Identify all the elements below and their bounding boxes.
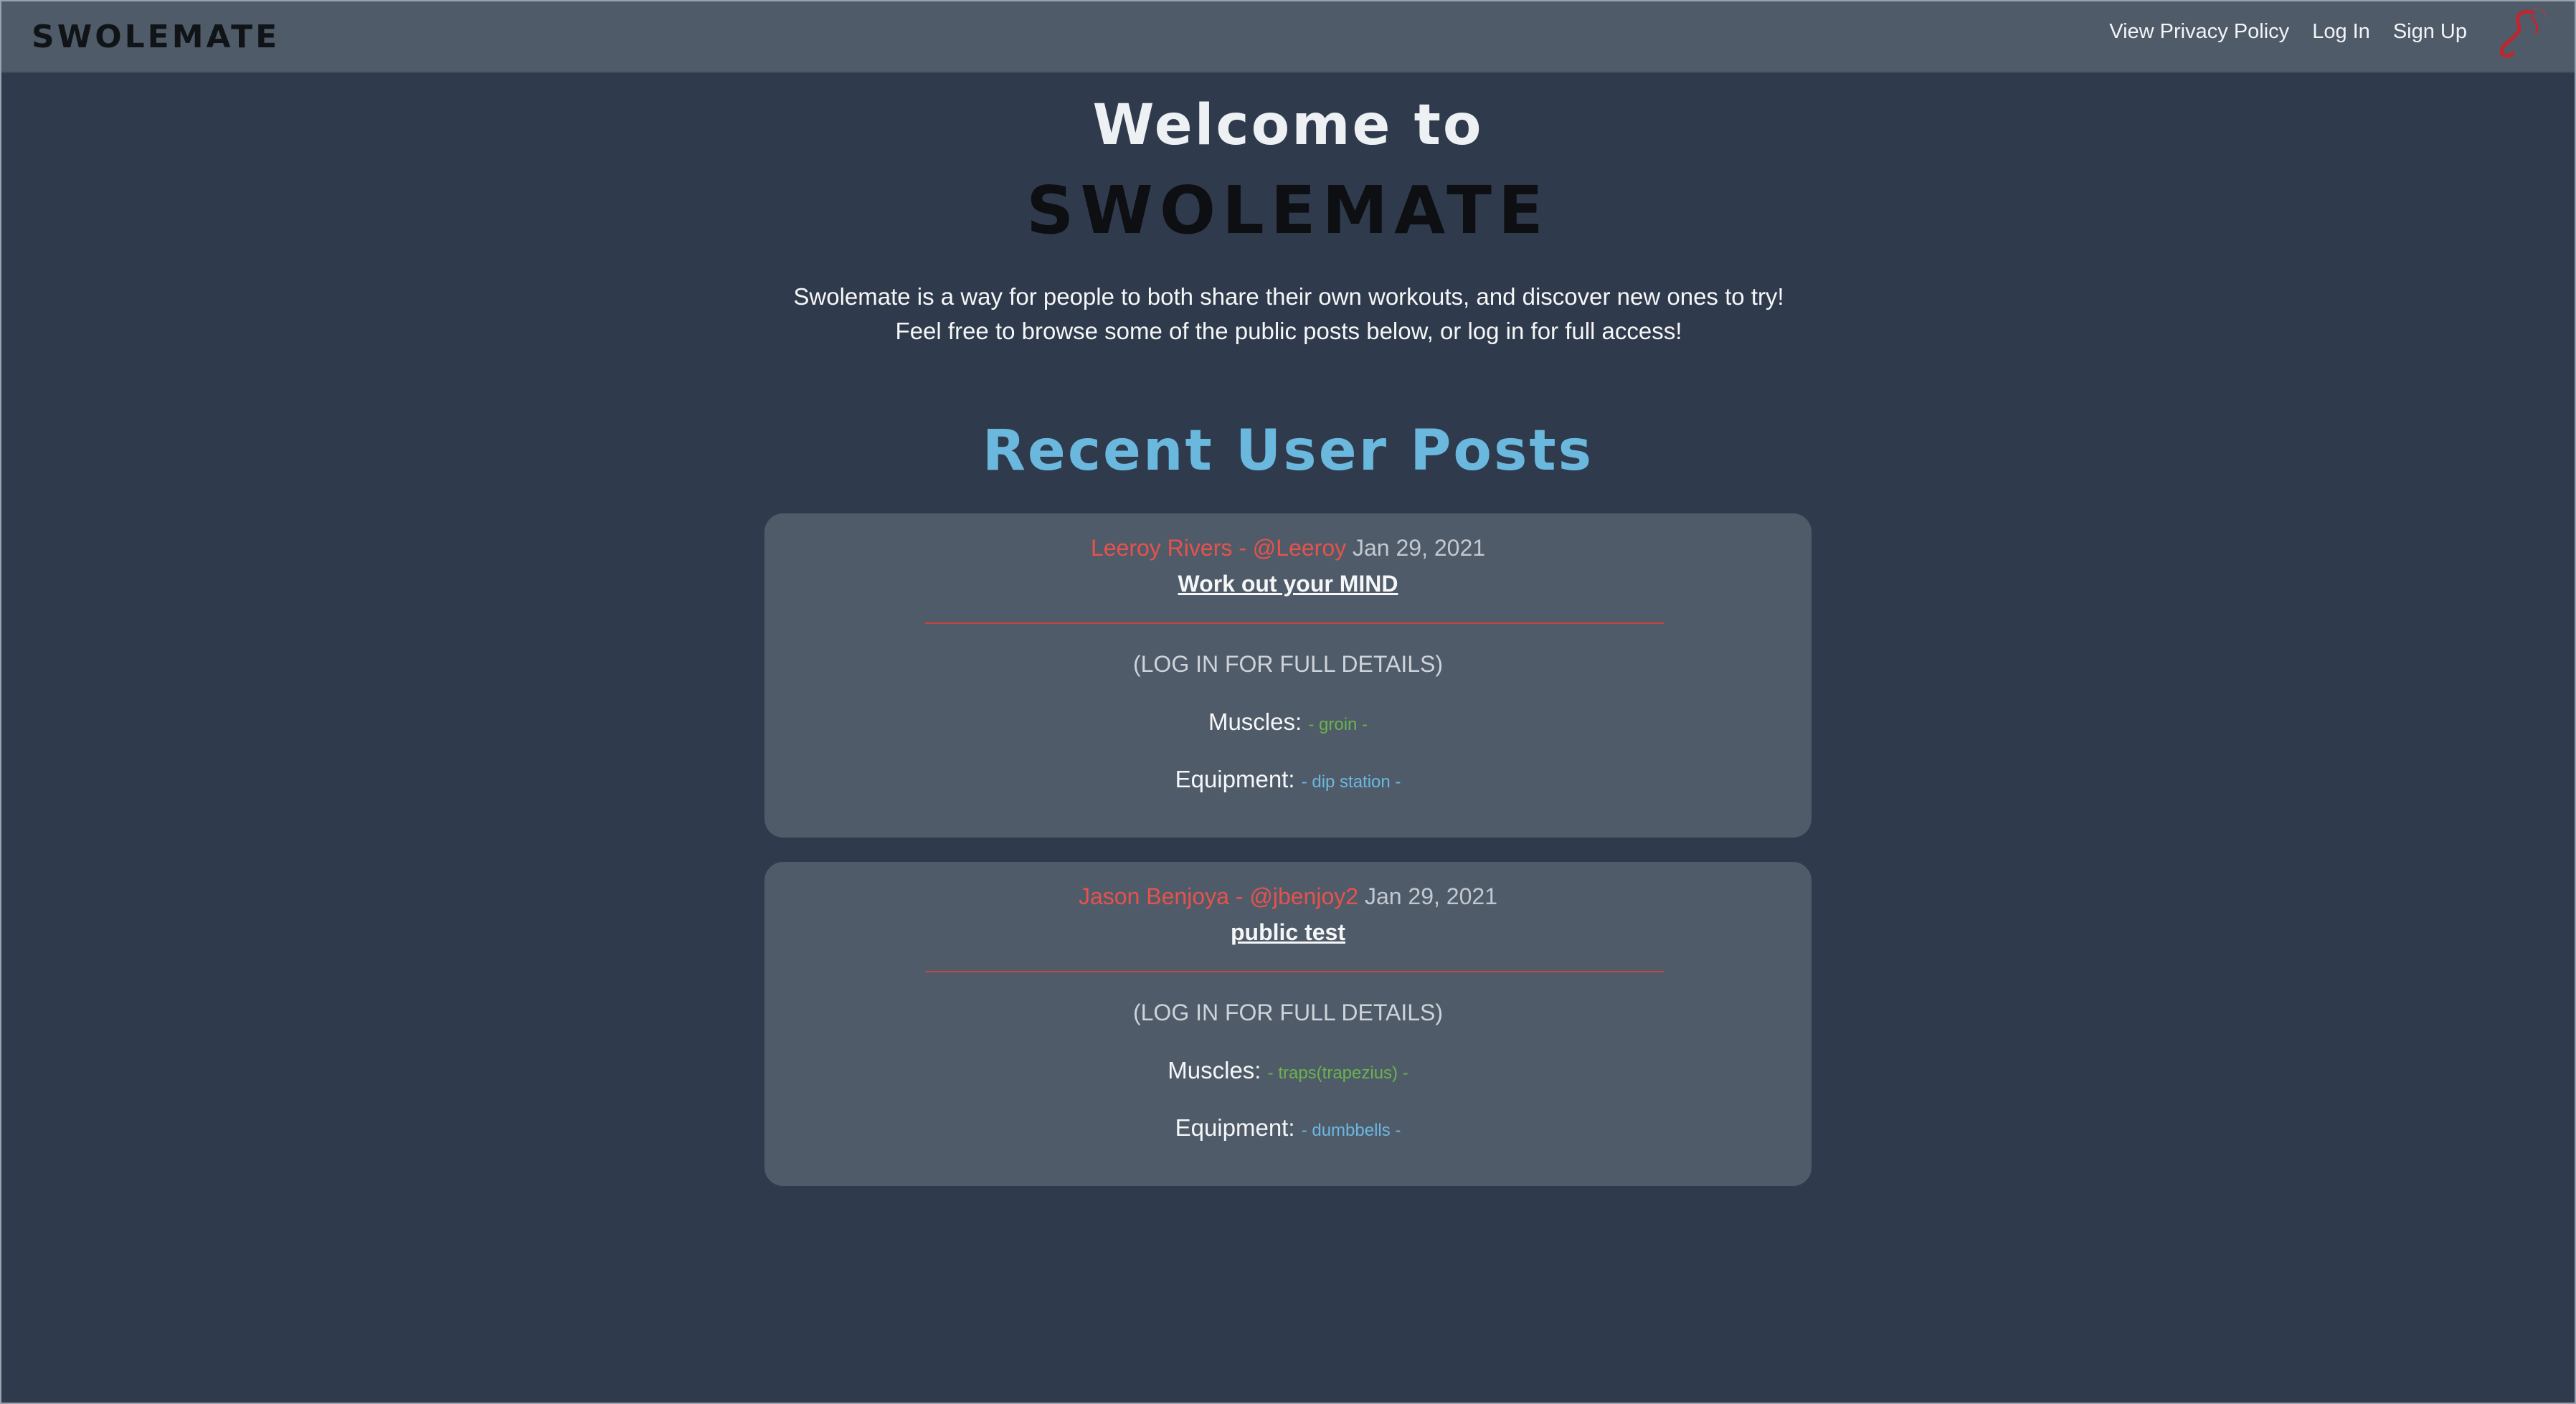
hero-brand-logo: SWOLEMATE [1026, 172, 1550, 249]
muscles-row: Muscles: - groin - [764, 708, 1812, 736]
login-notice: (LOG IN FOR FULL DETAILS) [1132, 651, 1444, 677]
intro-text: Swolemate is a way for people to both sh… [793, 283, 1784, 344]
post-card: Jason Benjoya - @jbenjoy2 Jan 29, 2021 p… [764, 862, 1812, 1186]
login-link[interactable]: Log In [2312, 20, 2370, 44]
swolemate-logo-icon[interactable] [2489, 3, 2553, 67]
navbar: SWOLEMATE View Privacy Policy Log In Sig… [1, 1, 2575, 73]
equipment-tag: - dumbbells - [1301, 1121, 1401, 1140]
post-divider [925, 971, 1664, 972]
muscle-tag: - traps(trapezius) - [1267, 1063, 1408, 1083]
nav-links: View Privacy Policy Log In Sign Up [2109, 20, 2467, 44]
equipment-tag: - dip station - [1301, 772, 1401, 792]
welcome-heading: Welcome to [1092, 93, 1484, 158]
signup-link[interactable]: Sign Up [2393, 20, 2467, 44]
page: SWOLEMATE View Privacy Policy Log In Sig… [0, 0, 2576, 1404]
brand-logo[interactable]: SWOLEMATE [32, 19, 280, 55]
equipment-row: Equipment: - dumbbells - [764, 1114, 1812, 1142]
recent-posts-heading: Recent User Posts [982, 419, 1594, 483]
post-date: Jan 29, 2021 [1353, 535, 1486, 561]
muscle-tag: - groin - [1308, 715, 1368, 734]
post-divider [925, 622, 1664, 624]
privacy-policy-link[interactable]: View Privacy Policy [2109, 20, 2289, 44]
post-date: Jan 29, 2021 [1364, 883, 1497, 909]
post-meta: Leeroy Rivers - @Leeroy Jan 29, 2021 [764, 535, 1812, 561]
equipment-row: Equipment: - dip station - [764, 766, 1812, 793]
post-author: Jason Benjoya - @jbenjoy2 [1079, 883, 1359, 909]
equipment-label: Equipment: [1175, 1114, 1295, 1141]
post-title-link[interactable]: Work out your MIND [764, 571, 1812, 597]
post-author: Leeroy Rivers - @Leeroy [1090, 535, 1347, 561]
post-meta: Jason Benjoya - @jbenjoy2 Jan 29, 2021 [764, 883, 1812, 910]
post-title-link[interactable]: public test [764, 919, 1812, 946]
equipment-label: Equipment: [1175, 766, 1295, 792]
muscles-label: Muscles: [1208, 708, 1302, 735]
login-notice: (LOG IN FOR FULL DETAILS) [1132, 1000, 1444, 1025]
muscles-row: Muscles: - traps(trapezius) - [764, 1057, 1812, 1084]
muscles-label: Muscles: [1168, 1057, 1261, 1083]
post-card: Leeroy Rivers - @Leeroy Jan 29, 2021 Wor… [764, 513, 1812, 838]
